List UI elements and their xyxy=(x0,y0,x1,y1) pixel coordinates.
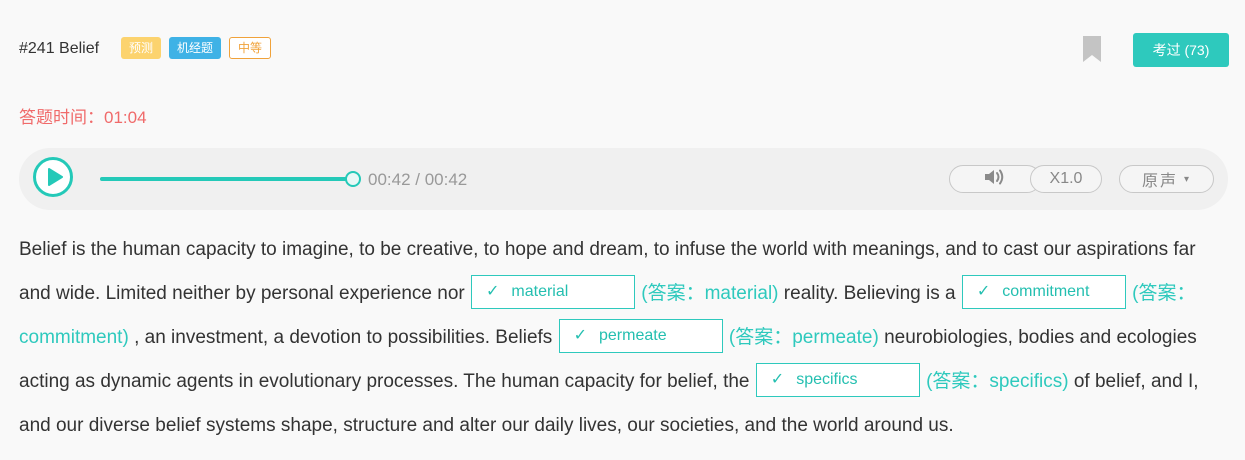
answer-blank-2[interactable]: ✓ commitment xyxy=(961,274,1126,309)
audio-time: 00:42 / 00:42 xyxy=(368,170,468,189)
playback-speed-button[interactable]: X1.0 xyxy=(1030,165,1102,193)
check-icon: ✓ xyxy=(573,326,587,344)
tag-prediction: 预测 xyxy=(121,37,162,59)
check-icon: ✓ xyxy=(486,282,500,300)
question-header: #241 Belief 预测 机经题 中等 考过 (73) xyxy=(19,33,1229,67)
answer-timer: 答题时间：01:04 xyxy=(19,108,147,127)
passage-segment: reality. Believing is a xyxy=(783,283,956,304)
answer-blank-4[interactable]: ✓ specifics xyxy=(755,362,920,397)
play-button[interactable] xyxy=(33,157,73,197)
answer-blank-1[interactable]: ✓ material xyxy=(471,274,635,309)
blank-value: commitment xyxy=(1002,282,1090,300)
practiced-count-button[interactable]: 考过 (73) xyxy=(1133,33,1229,67)
passage-text: Belief is the human capacity to imagine,… xyxy=(19,228,1219,448)
audio-progress-bar[interactable] xyxy=(100,171,361,187)
answer-blank-3[interactable]: ✓ permeate xyxy=(558,318,723,353)
tag-exam-recall: 机经题 xyxy=(169,37,222,59)
caret-down-icon: ▾ xyxy=(1183,173,1192,185)
bookmark-icon[interactable] xyxy=(1083,36,1101,62)
answer-key-3: (答案：permeate) xyxy=(728,327,879,348)
check-icon: ✓ xyxy=(770,370,785,388)
tag-difficulty: 中等 xyxy=(229,37,272,59)
passage-segment: , an investment, a devotion to possibili… xyxy=(134,327,553,348)
question-title: #241 Belief xyxy=(19,40,100,57)
blank-value: material xyxy=(511,282,569,300)
audio-progress-fill xyxy=(100,177,352,181)
voice-select-label: 原声 xyxy=(1141,173,1178,190)
voice-select[interactable]: 原声 ▾ xyxy=(1119,165,1214,193)
volume-button[interactable] xyxy=(949,165,1041,193)
blank-value: permeate xyxy=(599,326,667,344)
answer-key-4: (答案：specifics) xyxy=(926,371,1069,392)
audio-progress-handle[interactable] xyxy=(345,171,361,187)
volume-icon xyxy=(984,168,1006,191)
answer-key-1: (答案：material) xyxy=(641,283,779,304)
check-icon: ✓ xyxy=(976,282,991,300)
audio-player: 00:42 / 00:42 X1.0 原声 ▾ xyxy=(19,148,1228,210)
tag-group: 预测 机经题 中等 xyxy=(121,37,272,59)
blank-value: specifics xyxy=(796,370,858,388)
